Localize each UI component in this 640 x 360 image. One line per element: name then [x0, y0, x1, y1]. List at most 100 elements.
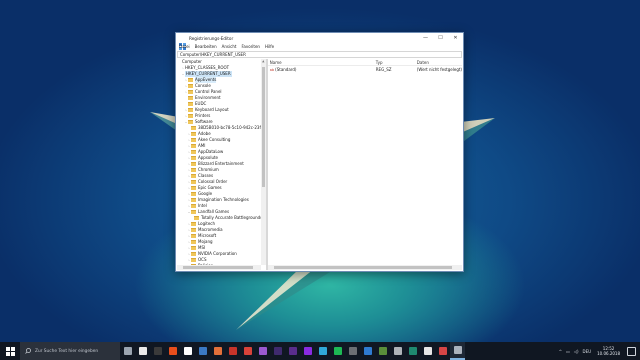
menu-favorites[interactable]: Favoriten [241, 44, 260, 49]
tree-vertical-scrollbar[interactable]: ▲ [260, 59, 266, 265]
folder-icon [191, 198, 196, 202]
taskbar-app-app-4-icon[interactable] [180, 342, 195, 360]
value-type: REG_SZ [375, 66, 392, 72]
taskbar-app-app-20-icon[interactable] [420, 342, 435, 360]
volume-icon[interactable]: ◁) [574, 349, 579, 354]
language-indicator[interactable]: DEU [583, 349, 592, 354]
folder-icon [191, 156, 196, 160]
panes: Computer › HKEY_CLASSES_ROOT ⌄ HKEY_CURRENT_… [177, 59, 462, 270]
folder-icon [188, 114, 193, 118]
values-pane: Name Typ Daten ab(Standard) REG_SZ (Wert… [267, 59, 462, 270]
tree-hscroll-thumb[interactable] [183, 266, 253, 269]
folder-icon [191, 126, 196, 130]
taskbar-search-box[interactable]: Zur Suche Text hier eingeben [20, 342, 120, 360]
taskbar-app-app-15-icon[interactable] [345, 342, 360, 360]
folder-icon [191, 240, 196, 244]
folder-icon [188, 120, 193, 124]
close-button[interactable]: ✕ [448, 33, 463, 43]
menu-edit[interactable]: Bearbeiten [195, 44, 217, 49]
taskbar-app-app-13-icon[interactable] [315, 342, 330, 360]
column-header-type[interactable]: Typ [374, 60, 415, 65]
taskbar-app-app-12-icon[interactable] [300, 342, 315, 360]
tree-horizontal-scrollbar[interactable] [177, 265, 261, 270]
menu-file[interactable]: Datei [179, 44, 190, 49]
folder-icon [191, 186, 196, 190]
values-horizontal-scrollbar[interactable] [267, 265, 462, 270]
taskbar-app-app-6-icon[interactable] [210, 342, 225, 360]
folder-icon [188, 84, 193, 88]
values-hscroll-thumb[interactable] [273, 266, 452, 269]
system-tray: ^ ▭ ◁) DEU 12:52 10.06.2018 [557, 342, 640, 360]
folder-icon [191, 234, 196, 238]
taskbar-app-app-10-icon[interactable] [270, 342, 285, 360]
taskbar-app-app-14-icon[interactable] [330, 342, 345, 360]
scroll-up-icon[interactable]: ▲ [261, 59, 266, 63]
value-data: (Wert nicht festgelegt) [416, 66, 462, 72]
window-title: Registrierungs-Editor [189, 35, 234, 41]
folder-icon [188, 78, 193, 82]
clock[interactable]: 12:52 10.06.2018 [597, 346, 620, 356]
folder-icon [191, 246, 196, 250]
menu-view[interactable]: Ansicht [222, 44, 237, 49]
folder-icon [188, 90, 193, 94]
taskbar-app-app-18-icon[interactable] [390, 342, 405, 360]
folder-icon [191, 138, 196, 142]
taskbar-app-app-22-icon[interactable] [450, 342, 465, 360]
maximize-button[interactable]: ☐ [433, 33, 448, 43]
string-value-icon: ab [269, 67, 275, 72]
column-header-name[interactable]: Name [268, 60, 374, 65]
notification-center-icon[interactable] [627, 346, 636, 356]
folder-icon [191, 162, 196, 166]
minimize-button[interactable]: — [418, 33, 433, 43]
folder-icon [191, 168, 196, 172]
menu-help[interactable]: Hilfe [265, 44, 274, 49]
folder-icon [188, 108, 193, 112]
registry-tree-pane: Computer › HKEY_CLASSES_ROOT ⌄ HKEY_CURRENT_… [177, 59, 268, 270]
folder-icon [191, 210, 196, 214]
taskbar-app-app-16-icon[interactable] [360, 342, 375, 360]
clock-date: 10.06.2018 [597, 351, 620, 356]
network-icon[interactable]: ▭ [566, 349, 570, 354]
folder-icon [191, 228, 196, 232]
search-placeholder: Zur Suche Text hier eingeben [35, 348, 99, 354]
folder-icon [191, 174, 196, 178]
taskbar-app-app-9-icon[interactable] [255, 342, 270, 360]
taskbar-app-app-2-icon[interactable] [150, 342, 165, 360]
folder-icon [191, 252, 196, 256]
tree-scroll-thumb[interactable] [261, 67, 265, 187]
taskbar-app-app-3-icon[interactable] [165, 342, 180, 360]
taskbar-app-app-21-icon[interactable] [435, 342, 450, 360]
folder-icon [191, 180, 196, 184]
registry-editor-window: Registrierungs-Editor — ☐ ✕ Datei Bearbe… [175, 32, 464, 272]
title-bar[interactable]: Registrierungs-Editor — ☐ ✕ [176, 33, 463, 50]
taskbar-app-app-17-icon[interactable] [375, 342, 390, 360]
tray-chevron-icon[interactable]: ^ [559, 349, 562, 354]
value-row[interactable]: ab(Standard) REG_SZ (Wert nicht festgele… [268, 66, 462, 72]
taskbar-app-app-11-icon[interactable] [285, 342, 300, 360]
folder-icon [191, 150, 196, 154]
taskbar-app-task-view-icon[interactable] [120, 342, 135, 360]
taskbar: Zur Suche Text hier eingeben ^ ▭ ◁) DEU … [0, 342, 640, 360]
start-button[interactable] [0, 342, 20, 360]
value-name: (Standard) [275, 66, 297, 72]
folder-icon [191, 132, 196, 136]
taskbar-app-app-5-icon[interactable] [195, 342, 210, 360]
address-bar[interactable]: Computer\HKEY_CURRENT_USER [177, 51, 462, 58]
taskbar-app-app-7-icon[interactable] [225, 342, 240, 360]
column-header-data[interactable]: Daten [415, 60, 462, 65]
taskbar-apps [120, 342, 465, 360]
folder-icon [191, 258, 196, 262]
taskbar-app-app-8-icon[interactable] [240, 342, 255, 360]
column-headers: Name Typ Daten [267, 59, 462, 66]
menu-bar: Datei Bearbeiten Ansicht Favoriten Hilfe [176, 43, 463, 50]
folder-icon [194, 216, 199, 220]
search-icon [25, 348, 31, 354]
folder-icon [191, 222, 196, 226]
taskbar-app-app-19-icon[interactable] [405, 342, 420, 360]
folder-icon [191, 144, 196, 148]
folder-icon [188, 96, 193, 100]
folder-icon [191, 204, 196, 208]
folder-icon [191, 192, 196, 196]
taskbar-app-app-1-icon[interactable] [135, 342, 150, 360]
registry-tree: Computer › HKEY_CLASSES_ROOT ⌄ HKEY_CURRENT_… [177, 59, 261, 265]
